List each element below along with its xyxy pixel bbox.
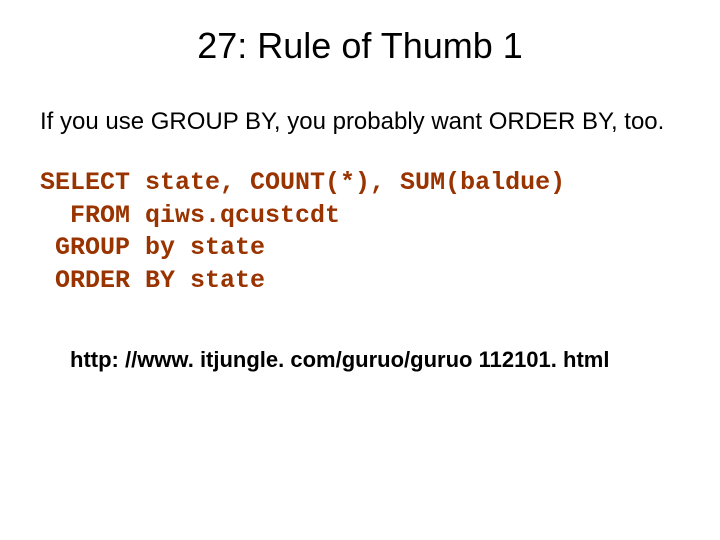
body-paragraph: If you use GROUP BY, you probably want O…	[40, 107, 680, 137]
sql-code-block: SELECT state, COUNT(*), SUM(baldue) FROM…	[40, 167, 680, 297]
source-url: http: //www. itjungle. com/guruo/guruo 1…	[70, 347, 680, 373]
slide-title: 27: Rule of Thumb 1	[40, 25, 680, 67]
slide-content: 27: Rule of Thumb 1 If you use GROUP BY,…	[0, 0, 720, 393]
